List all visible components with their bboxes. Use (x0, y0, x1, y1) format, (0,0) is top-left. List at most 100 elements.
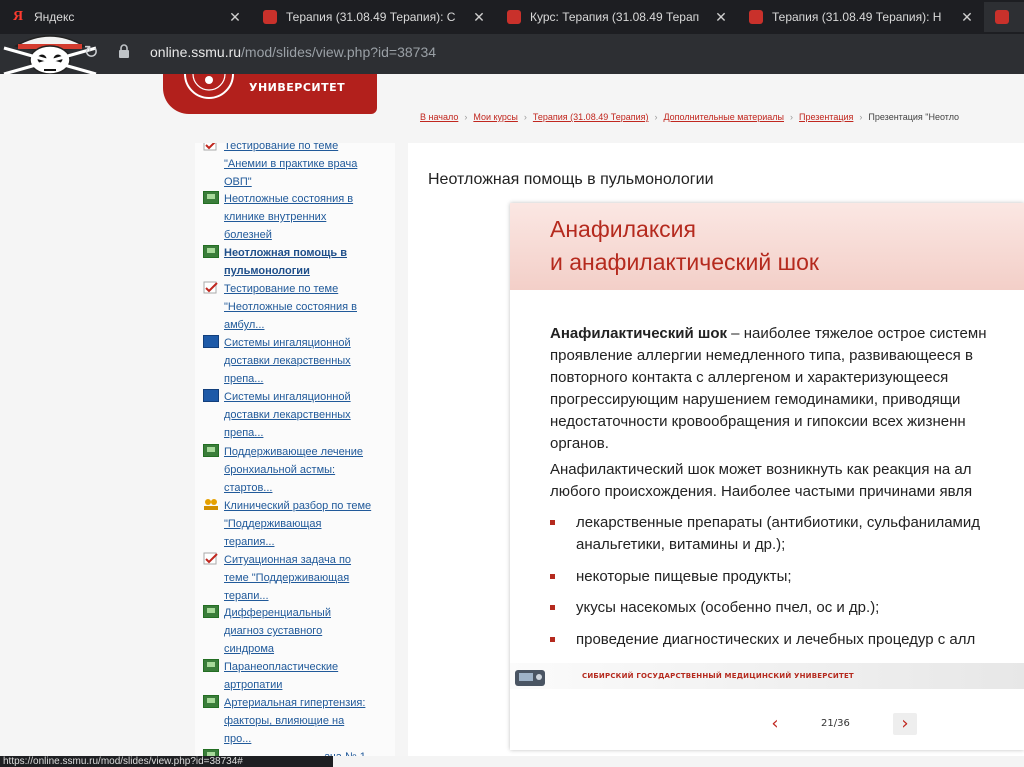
breadcrumb-home[interactable]: В начало (420, 112, 458, 122)
breadcrumb: В начало › Мои курсы › Терапия (31.08.49 Тер… (420, 112, 960, 122)
slide-bullet-line: анальгетики, витамины и др.); (576, 536, 786, 553)
close-icon[interactable]: ✕ (226, 9, 244, 26)
sidebar-item-anemia-test[interactable]: Тестирование по теме "Анемии в практике … (203, 143, 373, 191)
sidebar-item-pulmonology[interactable]: Неотложная помощь в пульмонологии (203, 244, 373, 280)
slide-bullet: некоторые пищевые продукты; (550, 566, 792, 588)
breadcrumb-materials[interactable]: Дополнительные материалы (663, 112, 784, 122)
slide-text-line: повторного контакта с аллергеном и харак… (550, 369, 949, 386)
slide-text-line: любого происхождения. Наиболее частыми п… (550, 483, 973, 500)
sidebar-item-asthma[interactable]: Поддерживающее лечение бронхиальной астм… (203, 443, 373, 497)
next-slide-button[interactable]: › (893, 713, 917, 735)
sidebar-item-label: Паранеопластические артропатии (224, 661, 339, 691)
tab-active[interactable] (984, 2, 1024, 32)
close-icon[interactable]: ✕ (958, 9, 976, 26)
sidebar-item-joint-syndrome[interactable]: Дифференциальный диагноз суставного синд… (203, 604, 373, 658)
reload-icon[interactable]: ↻ (80, 42, 102, 64)
checklist-icon (203, 143, 217, 151)
bullet-marker (550, 574, 555, 579)
prev-slide-button[interactable]: ‹ (765, 714, 785, 734)
university-seal-icon (184, 74, 234, 99)
sidebar-item-arthropathy[interactable]: Паранеопластические артропатии (203, 658, 373, 694)
sidebar-item-label: Тестирование по теме "Анемии в практике … (224, 143, 358, 188)
tab-title: Терапия (31.08.49 Терапия): С (286, 10, 456, 24)
screen-icon (203, 659, 219, 672)
url-field[interactable]: online.ssmu.ru/mod/slides/view.php?id=38… (150, 44, 436, 60)
sidebar-item-emergency-internal[interactable]: Неотложные состояния в клинике внутренни… (203, 190, 373, 244)
sidebar-item-label: Тестирование по теме "Неотложные состоян… (224, 283, 357, 331)
url-path: /mod/slides/view.php?id=38734 (241, 44, 437, 60)
slide-bullet-line: лекарственные препараты (антибиотики, су… (576, 514, 980, 531)
tab-course-3[interactable]: Терапия (31.08.49 Терапия): Н ✕ (738, 2, 982, 32)
tab-course-1[interactable]: Терапия (31.08.49 Терапия): С ✕ (252, 2, 494, 32)
sidebar-item-label: Ситуационная задача по теме "Поддерживаю… (224, 554, 352, 602)
yandex-icon: Я (12, 9, 24, 24)
slide-text-line: проявление аллергии немедленного типа, р… (550, 347, 973, 364)
close-icon[interactable]: ✕ (470, 9, 488, 26)
slide-bullet: укусы насекомых (особенно пчел, ос и др.… (550, 597, 879, 619)
lock-icon (119, 44, 129, 58)
university-icon (748, 9, 764, 25)
tab-strip: Я Яндекс ✕ Терапия (31.08.49 Терапия): С… (0, 0, 1024, 34)
screen-icon (203, 749, 219, 756)
logo-text: УНИВЕРСИТЕТ (249, 81, 346, 94)
tab-title: Терапия (31.08.49 Терапия): Н (772, 10, 942, 24)
slide-text-line: – наиболее тяжелое острое системн (727, 325, 987, 342)
sidebar-item-inhalation-2[interactable]: Системы ингаляционной доставки лекарстве… (203, 388, 373, 442)
screen-icon (203, 695, 219, 708)
university-icon (994, 9, 1010, 25)
slide-heading: Анафилаксия и анафилактический шок (550, 216, 819, 275)
slide-text-line: прогрессирующим нарушением гемодинамики,… (550, 391, 961, 408)
breadcrumb-current: Презентация "Неотло (868, 112, 960, 122)
university-icon (506, 9, 522, 25)
slide-bullet-line: некоторые пищевые продукты; (576, 568, 792, 585)
slide-text-line: Анафилактический шок может возникнуть ка… (550, 461, 972, 478)
sidebar-item-label: Системы ингаляционной доставки лекарстве… (224, 337, 351, 385)
breadcrumb-course[interactable]: Терапия (31.08.49 Терапия) (533, 112, 649, 122)
screen-icon (203, 245, 219, 258)
slide-bullet-line: проведение диагностических и лечебных пр… (576, 631, 976, 648)
sidebar-item-label: Неотложные состояния в клинике внутренни… (224, 193, 354, 241)
close-icon[interactable]: ✕ (712, 9, 730, 26)
slide-bullet: лекарственные препараты (антибиотики, су… (550, 512, 980, 556)
slide-bullet: проведение диагностических и лечебных пр… (550, 629, 975, 651)
sidebar-item-case-task[interactable]: Ситуационная задача по теме "Поддерживаю… (203, 551, 373, 605)
tab-title: Яндекс (34, 10, 75, 24)
screen-icon (203, 191, 219, 204)
video-icon (203, 335, 219, 348)
sidebar-item-hypertension[interactable]: Артериальная гипертензия: факторы, влияю… (203, 694, 373, 748)
course-sidebar: Тестирование по теме "Анемии в практике … (195, 143, 395, 756)
sidebar-item-label: Поддерживающее лечение бронхиальной астм… (224, 446, 364, 494)
group-icon (204, 499, 218, 510)
sidebar-item-emergency-test[interactable]: Тестирование по теме "Неотложные состоян… (203, 280, 373, 334)
sidebar-item-label: Клинический разбор по теме "Поддерживающ… (224, 500, 372, 548)
sidebar-item-label: ...ача № 1 (315, 748, 373, 756)
sidebar-item-label: Неотложная помощь в пульмонологии (224, 247, 347, 277)
checklist-icon (203, 552, 218, 565)
tab-course-2[interactable]: Курс: Терапия (31.08.49 Терап ✕ (496, 2, 736, 32)
sidebar-item-clinical-review[interactable]: Клинический разбор по теме "Поддерживающ… (203, 497, 373, 551)
slide-viewer[interactable]: Анафилаксия и анафилактический шок Анафи… (510, 203, 1024, 750)
sidebar-item-task-1[interactable]: ...ача № 1 (203, 748, 373, 756)
sidebar-item-inhalation-1[interactable]: Системы ингаляционной доставки лекарстве… (203, 334, 373, 388)
screen-icon (203, 605, 219, 618)
bullet-marker (550, 637, 555, 642)
bullet-marker (550, 520, 555, 525)
tab-title: Курс: Терапия (31.08.49 Терап (530, 10, 700, 24)
sidebar-item-label: Системы ингаляционной доставки лекарстве… (224, 391, 351, 439)
bullet-marker (550, 605, 555, 610)
medical-device-icon (515, 670, 545, 686)
slide-text-line: недостаточности кровообращения и гипокси… (550, 413, 966, 430)
video-icon (203, 389, 219, 402)
slide-counter: 21/36 (821, 718, 850, 729)
breadcrumb-my-courses[interactable]: Мои курсы (473, 112, 518, 122)
slide-footer-text: СИБИРСКИЙ ГОСУДАРСТВЕННЫЙ МЕДИЦИНСКИЙ УН… (582, 672, 854, 680)
university-logo[interactable]: УНИВЕРСИТЕТ (163, 74, 377, 114)
url-host: online.ssmu.ru (150, 44, 242, 60)
university-icon (262, 9, 278, 25)
sidebar-item-label: Артериальная гипертензия: факторы, влияю… (224, 697, 366, 745)
slide-bold-term: Анафилактический шок (550, 325, 728, 342)
breadcrumb-presentation[interactable]: Презентация (799, 112, 853, 122)
slide-text-line: органов. (550, 435, 609, 452)
screen-icon (203, 444, 219, 457)
slide-paragraph-1: Анафилактический шок – наиболее тяжелое … (550, 323, 1024, 503)
